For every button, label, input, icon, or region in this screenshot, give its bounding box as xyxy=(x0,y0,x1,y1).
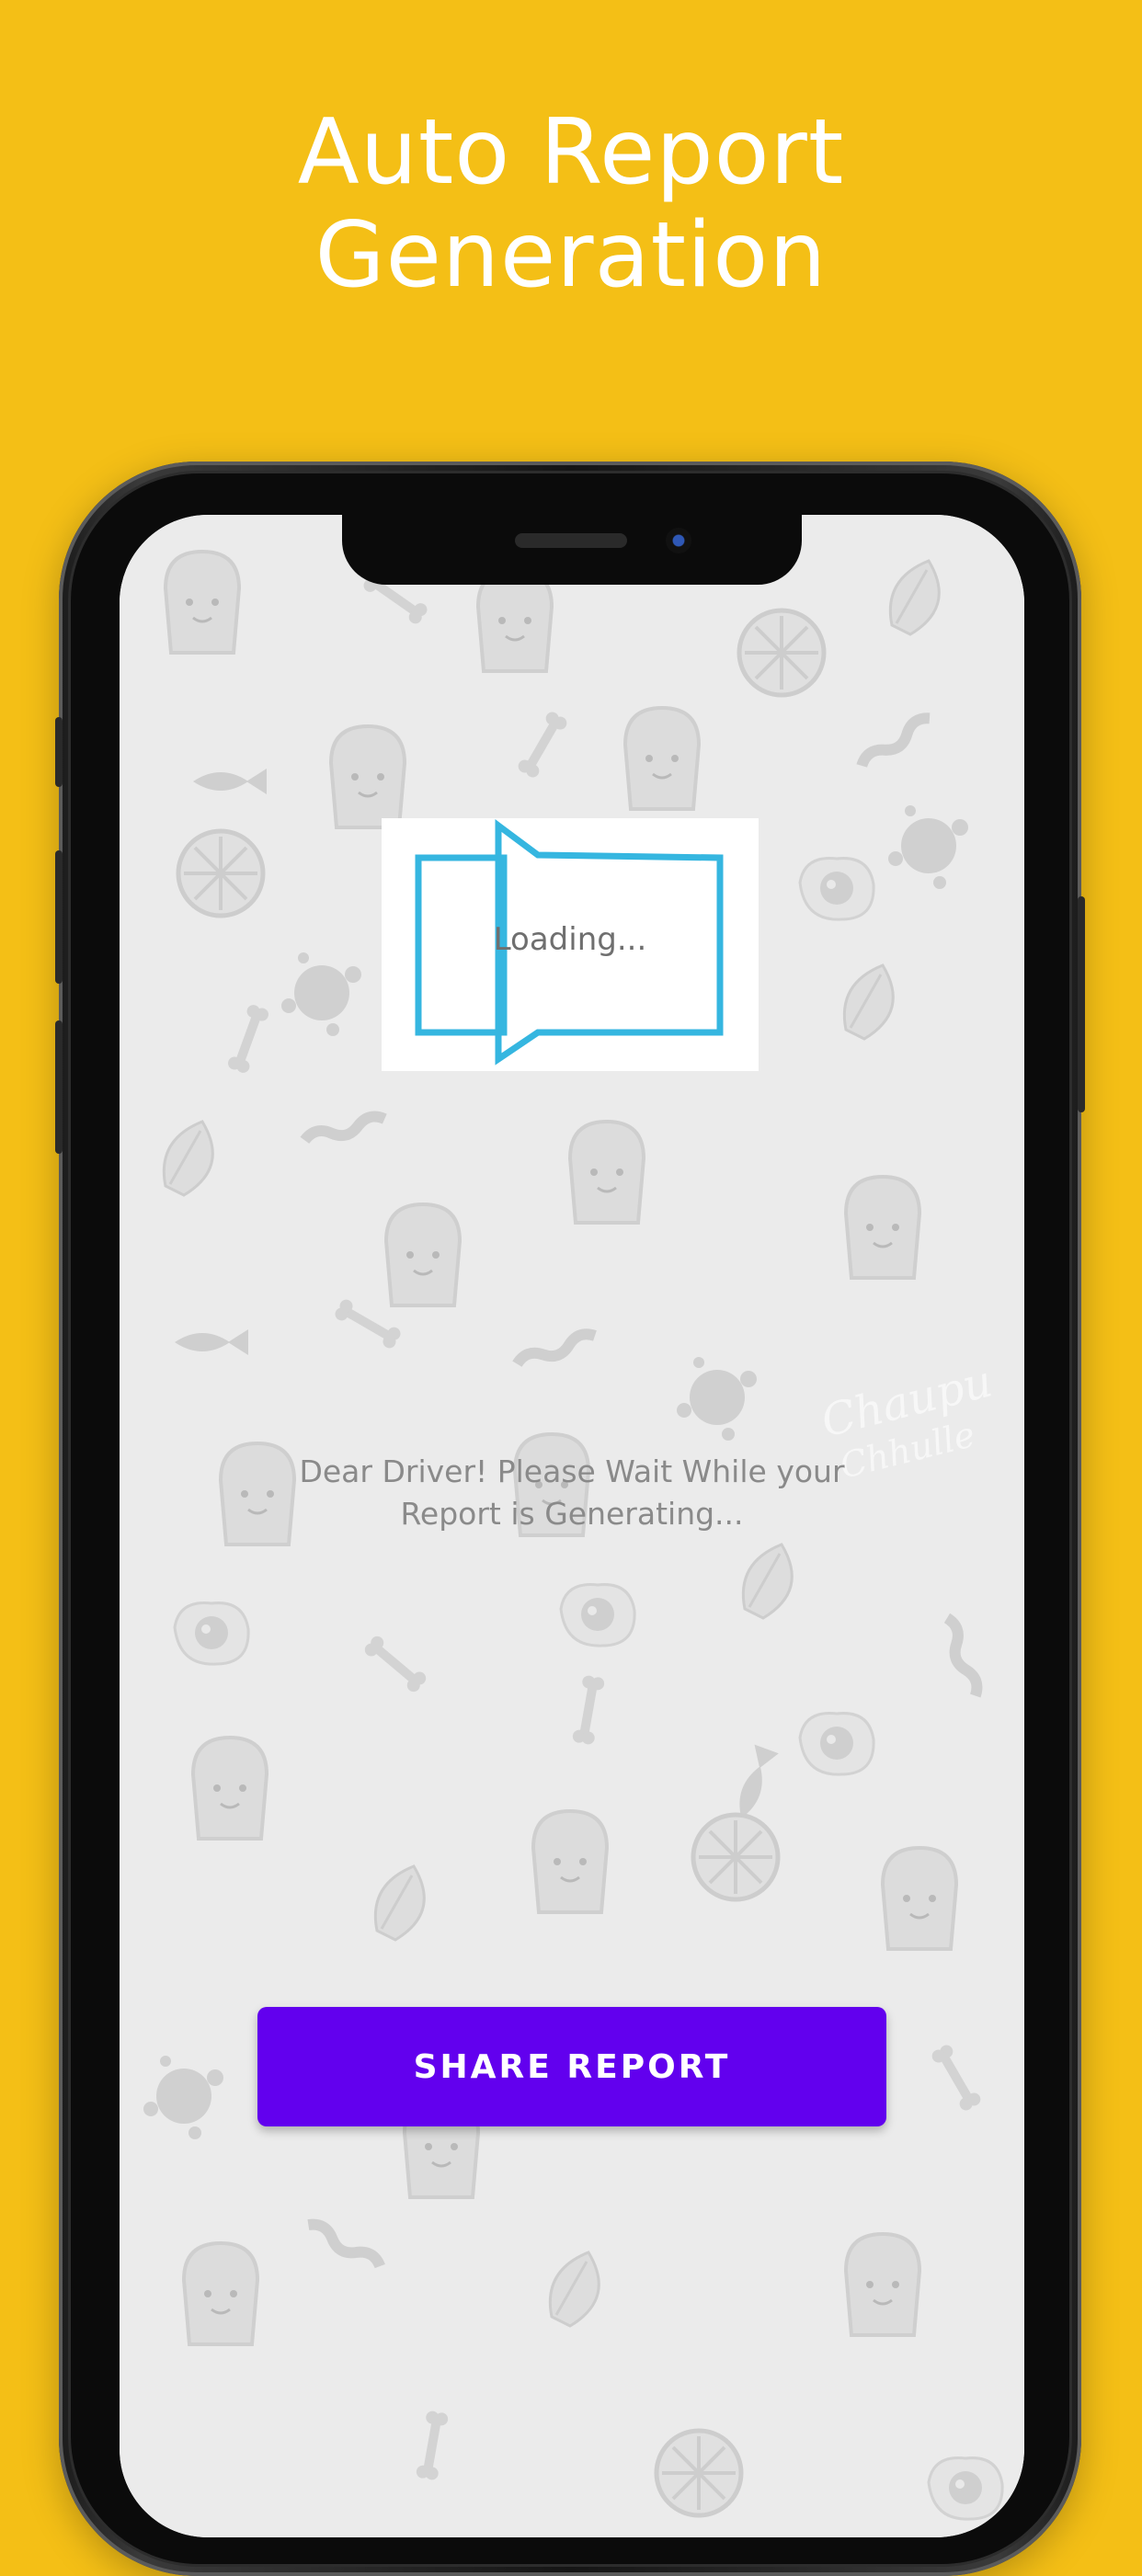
phone-notch xyxy=(342,515,802,585)
volume-down-button xyxy=(55,1020,63,1154)
front-camera xyxy=(666,528,691,553)
headline: Auto Report Generation xyxy=(0,101,1142,307)
loading-card: Loading... xyxy=(382,818,759,1071)
volume-up-button xyxy=(55,850,63,984)
share-report-button[interactable]: SHARE REPORT xyxy=(257,2007,886,2126)
earpiece-speaker xyxy=(515,533,627,548)
mute-switch xyxy=(55,717,63,787)
headline-line-1: Auto Report xyxy=(297,100,845,205)
report-status-message: Dear Driver! Please Wait While your Repo… xyxy=(299,1453,845,1532)
loading-text: Loading... xyxy=(493,921,647,958)
headline-line-2: Generation xyxy=(314,203,828,308)
power-button xyxy=(1078,896,1085,1112)
phone-screen: Chaupu Chhulle Loading... Dear Driver! P… xyxy=(120,515,1024,2537)
